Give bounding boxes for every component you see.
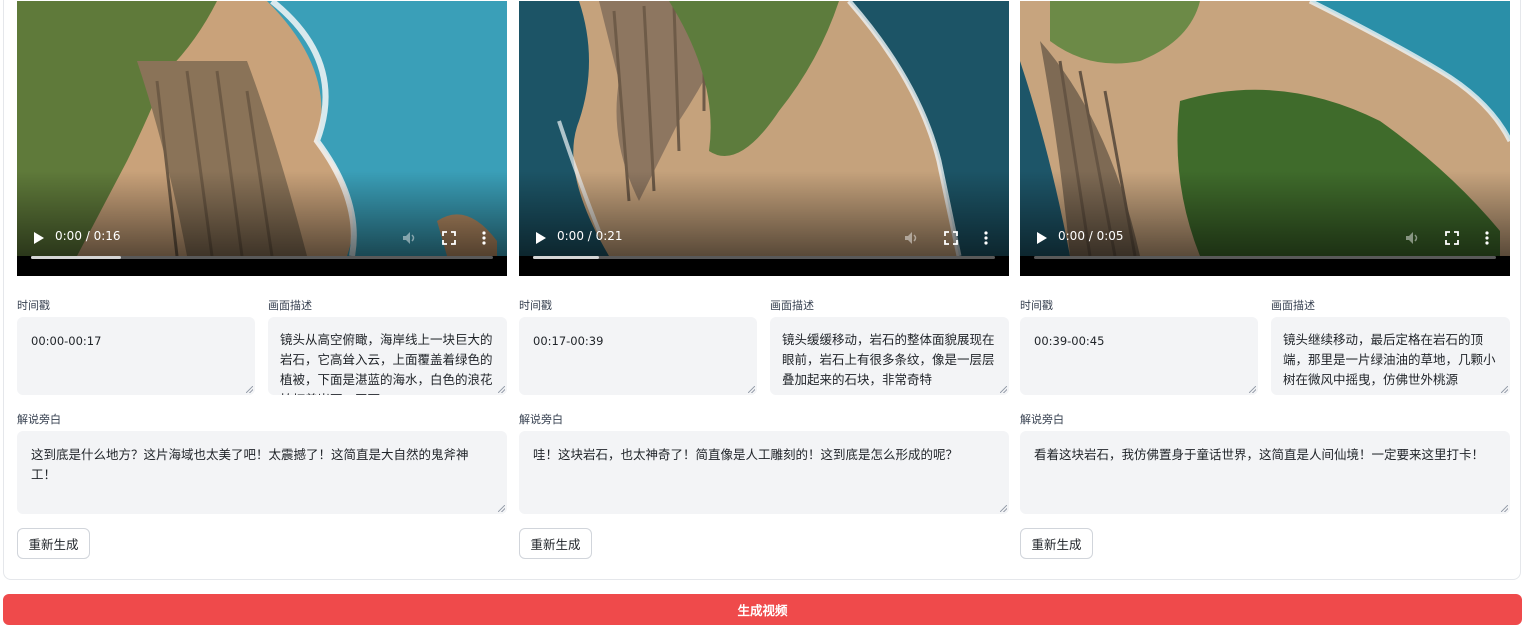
play-icon[interactable]: [535, 231, 547, 245]
description-field[interactable]: 镜头继续移动，最后定格在岩石的顶端，那里是一片绿油油的草地，几颗小树在微风中摇曳…: [1271, 317, 1510, 395]
description-value: 镜头缓缓移动，岩石的整体面貌展现在眼前，岩石上有很多条纹，像是一层层叠加起来的石…: [782, 332, 995, 387]
regenerate-button[interactable]: 重新生成: [1020, 528, 1093, 559]
narration-label: 解说旁白: [17, 413, 61, 426]
more-options-icon[interactable]: [1484, 230, 1490, 246]
timestamp-label: 时间戳: [519, 299, 552, 312]
video-player-3[interactable]: 0:00 / 0:05: [1020, 1, 1510, 276]
video-progress-bar[interactable]: [533, 256, 995, 259]
play-icon[interactable]: [33, 231, 45, 245]
description-value: 镜头继续移动，最后定格在岩石的顶端，那里是一片绿油油的草地，几颗小树在微风中摇曳…: [1283, 332, 1496, 387]
narration-label: 解说旁白: [519, 413, 563, 426]
timestamp-label: 时间戳: [17, 299, 50, 312]
timestamp-value: 00:17-00:39: [533, 334, 604, 348]
video-progress-bar[interactable]: [31, 256, 493, 259]
video-controls: 0:00 / 0:16: [17, 225, 507, 265]
play-icon[interactable]: [1036, 231, 1048, 245]
timestamp-field[interactable]: 00:17-00:39: [519, 317, 757, 395]
description-label: 画面描述: [770, 299, 814, 312]
fullscreen-icon[interactable]: [1445, 231, 1459, 245]
clip-card-2: 0:00 / 0:21 时间戳 00:17-00:39 画面描述 镜头缓缓移动，…: [519, 1, 1009, 561]
generate-video-button[interactable]: 生成视频: [3, 594, 1522, 625]
more-options-icon[interactable]: [983, 230, 989, 246]
clips-panel: 0:00 / 0:16 时间戳 00:00-00:17 画面描述 镜头从高空俯瞰…: [3, 0, 1521, 580]
video-player-2[interactable]: 0:00 / 0:21: [519, 1, 1009, 276]
description-label: 画面描述: [1271, 299, 1315, 312]
resize-handle[interactable]: [1249, 386, 1256, 393]
description-field[interactable]: 镜头缓缓移动，岩石的整体面貌展现在眼前，岩石上有很多条纹，像是一层层叠加起来的石…: [770, 317, 1009, 395]
timestamp-field[interactable]: 00:39-00:45: [1020, 317, 1258, 395]
description-field[interactable]: 镜头从高空俯瞰，海岸线上一块巨大的岩石，它高耸入云，上面覆盖着绿色的植被，下面是…: [268, 317, 507, 395]
narration-field[interactable]: 哇！这块岩石，也太神奇了！简直像是人工雕刻的！这到底是怎么形成的呢？: [519, 431, 1009, 514]
timestamp-field[interactable]: 00:00-00:17: [17, 317, 255, 395]
regenerate-button[interactable]: 重新生成: [519, 528, 592, 559]
resize-handle[interactable]: [1000, 505, 1007, 512]
resize-handle[interactable]: [1000, 386, 1007, 393]
video-controls: 0:00 / 0:05: [1020, 225, 1510, 265]
description-label: 画面描述: [268, 299, 312, 312]
regenerate-button[interactable]: 重新生成: [17, 528, 90, 559]
resize-handle[interactable]: [498, 386, 505, 393]
more-options-icon[interactable]: [481, 230, 487, 246]
video-controls: 0:00 / 0:21: [519, 225, 1009, 265]
fullscreen-icon[interactable]: [442, 231, 456, 245]
timestamp-value: 00:00-00:17: [31, 334, 102, 348]
clip-card-1: 0:00 / 0:16 时间戳 00:00-00:17 画面描述 镜头从高空俯瞰…: [17, 1, 507, 561]
narration-field[interactable]: 看着这块岩石，我仿佛置身于童话世界，这简直是人间仙境！一定要来这里打卡！: [1020, 431, 1510, 514]
volume-icon[interactable]: [402, 231, 418, 245]
timestamp-value: 00:39-00:45: [1034, 334, 1105, 348]
resize-handle[interactable]: [246, 386, 253, 393]
video-player-1[interactable]: 0:00 / 0:16: [17, 1, 507, 276]
video-progress-bar[interactable]: [1034, 256, 1496, 259]
resize-handle[interactable]: [1501, 505, 1508, 512]
narration-field[interactable]: 这到底是什么地方？这片海域也太美了吧！太震撼了！这简直是大自然的鬼斧神工！: [17, 431, 507, 514]
fullscreen-icon[interactable]: [944, 231, 958, 245]
narration-label: 解说旁白: [1020, 413, 1064, 426]
narration-value: 这到底是什么地方？这片海域也太美了吧！太震撼了！这简直是大自然的鬼斧神工！: [31, 447, 469, 482]
volume-icon[interactable]: [904, 231, 920, 245]
video-time: 0:00 / 0:21: [557, 229, 623, 243]
volume-icon[interactable]: [1405, 231, 1421, 245]
resize-handle[interactable]: [498, 505, 505, 512]
video-time: 0:00 / 0:05: [1058, 229, 1124, 243]
video-time: 0:00 / 0:16: [55, 229, 121, 243]
timestamp-label: 时间戳: [1020, 299, 1053, 312]
resize-handle[interactable]: [748, 386, 755, 393]
narration-value: 哇！这块岩石，也太神奇了！简直像是人工雕刻的！这到底是怎么形成的呢？: [533, 447, 959, 462]
resize-handle[interactable]: [1501, 386, 1508, 393]
narration-value: 看着这块岩石，我仿佛置身于童话世界，这简直是人间仙境！一定要来这里打卡！: [1034, 447, 1485, 462]
clip-card-3: 0:00 / 0:05 时间戳 00:39-00:45 画面描述 镜头继续移动，…: [1020, 1, 1510, 561]
description-value: 镜头从高空俯瞰，海岸线上一块巨大的岩石，它高耸入云，上面覆盖着绿色的植被，下面是…: [280, 332, 493, 395]
